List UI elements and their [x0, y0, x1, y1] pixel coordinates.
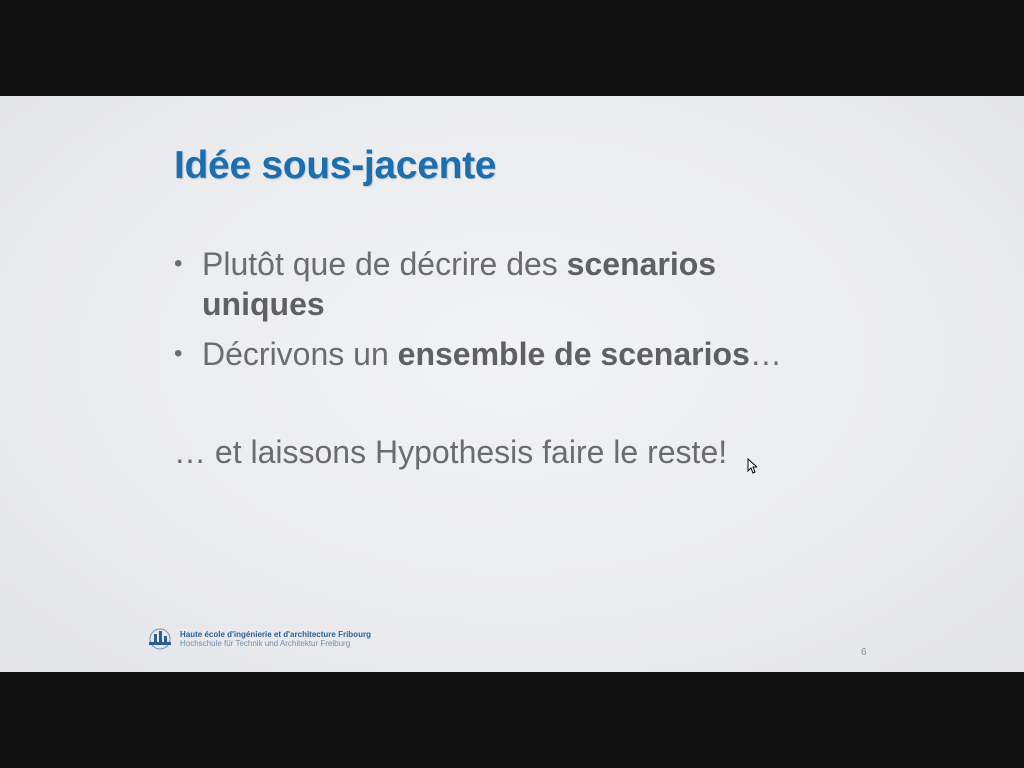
- page-number: 6: [861, 647, 867, 658]
- bullet-list: • Plutôt que de décrire des scenarios un…: [174, 244, 814, 384]
- slide-title: Idée sous-jacente: [174, 144, 497, 187]
- bullet-dot-icon: •: [174, 340, 183, 367]
- institution-name-de: Hochschule für Technik und Architektur F…: [180, 639, 351, 648]
- bullet-suffix: …: [749, 336, 782, 372]
- bullet-item: • Plutôt que de décrire des scenarios un…: [174, 244, 814, 324]
- letterbox-top: [0, 0, 1024, 96]
- heia-fr-logo-icon: [149, 628, 171, 650]
- institution-logo: Haute école d'ingénierie et d'architectu…: [146, 628, 371, 650]
- slide: Idée sous-jacente • Plutôt que de décrir…: [0, 96, 1024, 672]
- bullet-emphasis: ensemble de scenarios: [397, 336, 750, 372]
- bullet-dot-icon: •: [174, 250, 183, 277]
- institution-name-fr: Haute école d'ingénierie et d'architectu…: [180, 630, 371, 639]
- tagline: … et laissons Hypothesis faire le reste!: [174, 434, 728, 470]
- letterbox-bottom: [0, 672, 1024, 768]
- bullet-text: Décrivons un: [202, 336, 398, 372]
- bullet-item: • Décrivons un ensemble de scenarios…: [174, 334, 814, 374]
- bullet-text: Plutôt que de décrire des: [202, 246, 567, 282]
- mouse-pointer-icon: [747, 458, 757, 474]
- institution-name: Haute école d'ingénierie et d'architectu…: [180, 630, 371, 648]
